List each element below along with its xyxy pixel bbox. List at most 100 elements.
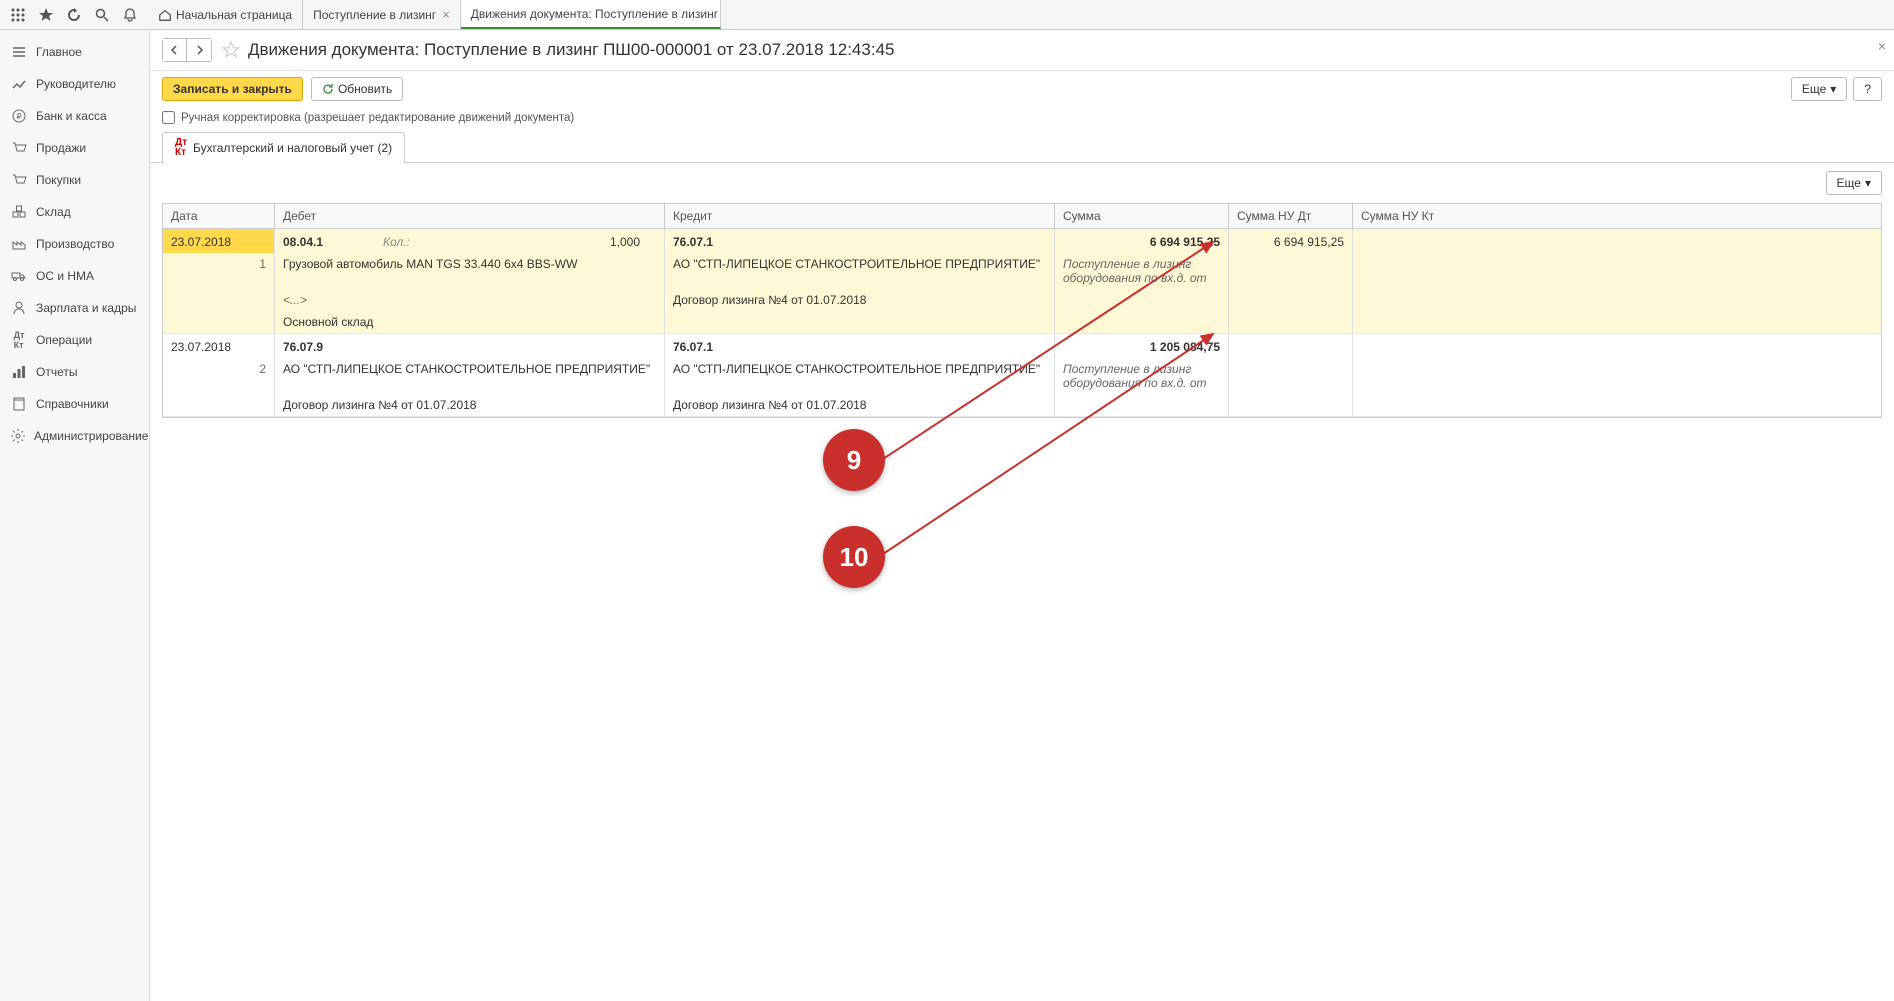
header-nukt[interactable]: Сумма НУ Кт [1353,204,1477,228]
book-icon [10,395,28,413]
sidebar-item-label: Склад [36,205,71,219]
sidebar-item-bank[interactable]: ₽Банк и касса [0,100,149,132]
cell-credit-detail: Договор лизинга №4 от 01.07.2018 [665,394,1055,416]
help-button[interactable]: ? [1853,77,1882,101]
cell-debit-detail: Грузовой автомобиль MAN TGS 33.440 6x4 B… [275,253,665,289]
sidebar-item-label: Продажи [36,141,86,155]
cart-icon [10,139,28,157]
cell-sum: 6 694 915,25 [1055,229,1229,253]
cell-sum: 1 205 084,75 [1055,334,1229,358]
sidebar-item-label: Главное [36,45,82,59]
tab-movements[interactable]: Движения документа: Поступление в лизинг… [461,0,721,29]
refresh-icon [322,83,334,95]
sidebar-item-manager[interactable]: Руководителю [0,68,149,100]
cell-comment: Поступление в лизинг оборудования по вх.… [1055,358,1229,394]
boxes-icon [10,203,28,221]
manual-edit-row: Ручная корректировка (разрешает редактир… [150,107,1894,132]
sidebar-item-payroll[interactable]: Зарплата и кадры [0,292,149,324]
sidebar-item-main[interactable]: Главное [0,36,149,68]
tab-leasing[interactable]: Поступление в лизинг × [303,0,461,29]
truck-icon [10,267,28,285]
cell-comment: Поступление в лизинг оборудования по вх.… [1055,253,1229,289]
document-tabs: ДтКт Бухгалтерский и налоговый учет (2) [150,132,1894,163]
doc-tab-label: Бухгалтерский и налоговый учет (2) [193,141,392,155]
sidebar-item-label: Отчеты [36,365,77,379]
favorite-icon[interactable] [222,41,240,59]
bars-icon [10,363,28,381]
sidebar-item-purchases[interactable]: Покупки [0,164,149,196]
table-row[interactable]: 23.07.2018 08.04.1 Кол.: 1,000 76.07.1 6… [163,229,1881,334]
cell-debit-detail: АО "СТП-ЛИПЕЦКОЕ СТАНКОСТРОИТЕЛЬНОЕ ПРЕД… [275,358,665,394]
cart-icon [10,171,28,189]
cell-credit-account: 76.07.1 [665,229,1055,253]
sidebar-item-label: Покупки [36,173,81,187]
cell-debit-detail: Основной склад [275,311,665,333]
ruble-icon: ₽ [10,107,28,125]
manual-edit-checkbox[interactable] [162,111,175,124]
sidebar-item-label: Производство [36,237,114,251]
sidebar-item-operations[interactable]: ДтКтОперации [0,324,149,356]
factory-icon [10,235,28,253]
gear-icon [10,427,26,445]
table-more-button[interactable]: Еще ▾ [1826,171,1882,195]
cell-seq: 1 [163,253,275,289]
header-nudt[interactable]: Сумма НУ Дт [1229,204,1353,228]
refresh-button[interactable]: Обновить [311,77,403,101]
tab-accounting[interactable]: ДтКт Бухгалтерский и налоговый учет (2) [162,132,405,163]
cell-debit-account: 76.07.9 [275,334,665,358]
forward-button[interactable] [187,39,211,61]
search-icon[interactable] [88,1,116,29]
annotation-badge: 10 [823,526,885,588]
sidebar-item-admin[interactable]: Администрирование [0,420,149,452]
table-header: Дата Дебет Кредит Сумма Сумма НУ Дт Сумм… [163,204,1881,229]
cell-debit-account: 08.04.1 [283,235,383,249]
cell-credit-detail: АО "СТП-ЛИПЕЦКОЕ СТАНКОСТРОИТЕЛЬНОЕ ПРЕД… [665,253,1055,289]
svg-text:₽: ₽ [16,112,21,121]
cell-credit-account: 76.07.1 [665,334,1055,358]
close-page-icon[interactable]: × [1878,38,1886,54]
header-date[interactable]: Дата [163,204,275,228]
annotation-badge: 9 [823,429,885,491]
cell-nukt [1353,229,1477,253]
person-icon [10,299,28,317]
title-bar: Движения документа: Поступление в лизинг… [150,30,1894,71]
bell-icon[interactable] [116,1,144,29]
cell-date: 23.07.2018 [163,334,275,358]
sidebar-item-label: Руководителю [36,77,116,91]
accounting-table: Дата Дебет Кредит Сумма Сумма НУ Дт Сумм… [162,203,1882,418]
tab-home[interactable]: Начальная страница [148,0,303,29]
cell-nudt: 6 694 915,25 [1229,229,1353,253]
apps-icon[interactable] [4,1,32,29]
sidebar-item-production[interactable]: Производство [0,228,149,260]
sidebar-item-assets[interactable]: ОС и НМА [0,260,149,292]
cell-credit-detail: АО "СТП-ЛИПЕЦКОЕ СТАНКОСТРОИТЕЛЬНОЕ ПРЕД… [665,358,1055,394]
tab-label: Поступление в лизинг [313,8,436,22]
cell-qty: 1,000 [443,235,656,249]
dtkt-icon: ДтКт [10,331,28,349]
table-row[interactable]: 23.07.2018 76.07.9 76.07.1 1 205 084,75 … [163,334,1881,417]
home-icon [158,8,172,22]
chevron-down-icon: ▾ [1865,176,1871,190]
cell-debit-detail: <...> [275,289,665,311]
sidebar-item-reports[interactable]: Отчеты [0,356,149,388]
main-content: Движения документа: Поступление в лизинг… [150,30,1894,1001]
chevron-down-icon: ▾ [1830,82,1836,96]
header-credit[interactable]: Кредит [665,204,1055,228]
sidebar-item-sales[interactable]: Продажи [0,132,149,164]
table-toolbar: Еще ▾ [150,163,1894,203]
header-sum[interactable]: Сумма [1055,204,1229,228]
save-close-button[interactable]: Записать и закрыть [162,77,303,101]
history-icon[interactable] [60,1,88,29]
close-icon[interactable]: × [442,7,450,22]
sidebar-item-label: Справочники [36,397,109,411]
star-icon[interactable] [32,1,60,29]
page-title: Движения документа: Поступление в лизинг… [248,40,894,60]
cell-date: 23.07.2018 [163,229,275,253]
sidebar-item-catalogs[interactable]: Справочники [0,388,149,420]
back-button[interactable] [163,39,187,61]
dtkt-icon: ДтКт [175,138,187,158]
sidebar-item-warehouse[interactable]: Склад [0,196,149,228]
more-button[interactable]: Еще ▾ [1791,77,1847,101]
menu-icon [10,43,28,61]
header-debit[interactable]: Дебет [275,204,665,228]
